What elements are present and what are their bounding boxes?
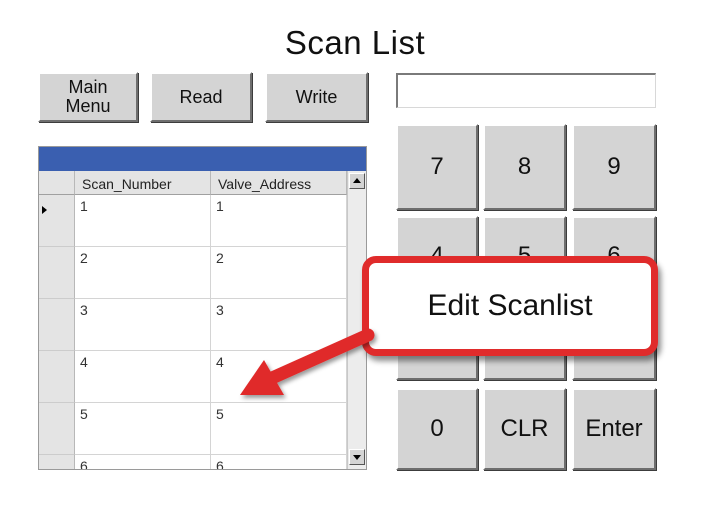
write-button[interactable]: Write (265, 72, 368, 122)
write-button-label: Write (295, 86, 338, 107)
cell-scan-number[interactable]: 6 (75, 455, 211, 469)
cell-scan-number[interactable]: 3 (75, 299, 211, 351)
cell-valve-address[interactable]: 6 (211, 455, 347, 469)
key-8[interactable]: 8 (483, 124, 566, 210)
page-title: Scan List (284, 24, 426, 61)
main-menu-label-line1: Main (68, 77, 108, 97)
cell-scan-number[interactable]: 4 (75, 351, 211, 403)
cell-scan-number[interactable]: 1 (75, 195, 211, 247)
edit-scanlist-callout: Edit Scanlist (362, 256, 658, 356)
read-button[interactable]: Read (150, 72, 252, 122)
cell-valve-address[interactable]: 5 (211, 403, 347, 455)
row-header[interactable] (39, 247, 75, 299)
scan-list-grid[interactable]: Scan_Number Valve_Address 1 1 2 2 3 3 4 … (38, 146, 367, 470)
callout-text: Edit Scanlist (427, 289, 593, 322)
arrow-up-icon (353, 178, 361, 183)
row-header[interactable] (39, 455, 75, 469)
enter-key[interactable]: Enter (572, 388, 656, 470)
scroll-up-button[interactable] (349, 173, 365, 189)
cell-valve-address[interactable]: 3 (211, 299, 347, 351)
keypad-entry-field[interactable] (396, 73, 656, 108)
row-header[interactable] (39, 299, 75, 351)
row-header[interactable] (39, 351, 75, 403)
key-0[interactable]: 0 (396, 388, 478, 470)
cell-scan-number[interactable]: 5 (75, 403, 211, 455)
scroll-down-button[interactable] (349, 449, 365, 465)
cell-valve-address[interactable]: 4 (211, 351, 347, 403)
main-menu-button[interactable]: Main Menu (38, 72, 138, 122)
cell-valve-address[interactable]: 1 (211, 195, 347, 247)
key-9[interactable]: 9 (572, 124, 656, 210)
cell-valve-address[interactable]: 2 (211, 247, 347, 299)
current-row-indicator-icon (42, 206, 47, 214)
clear-key[interactable]: CLR (483, 388, 566, 470)
cell-scan-number[interactable]: 2 (75, 247, 211, 299)
column-header-scan-number[interactable]: Scan_Number (75, 171, 211, 195)
arrow-down-icon (353, 455, 361, 460)
key-7[interactable]: 7 (396, 124, 478, 210)
grid-caption-bar (39, 147, 366, 171)
column-header-valve-address[interactable]: Valve_Address (211, 171, 347, 195)
row-header[interactable] (39, 195, 75, 247)
main-menu-label-line2: Menu (65, 96, 111, 116)
read-button-label: Read (179, 86, 223, 107)
row-header[interactable] (39, 403, 75, 455)
grid-corner-header (39, 171, 75, 195)
